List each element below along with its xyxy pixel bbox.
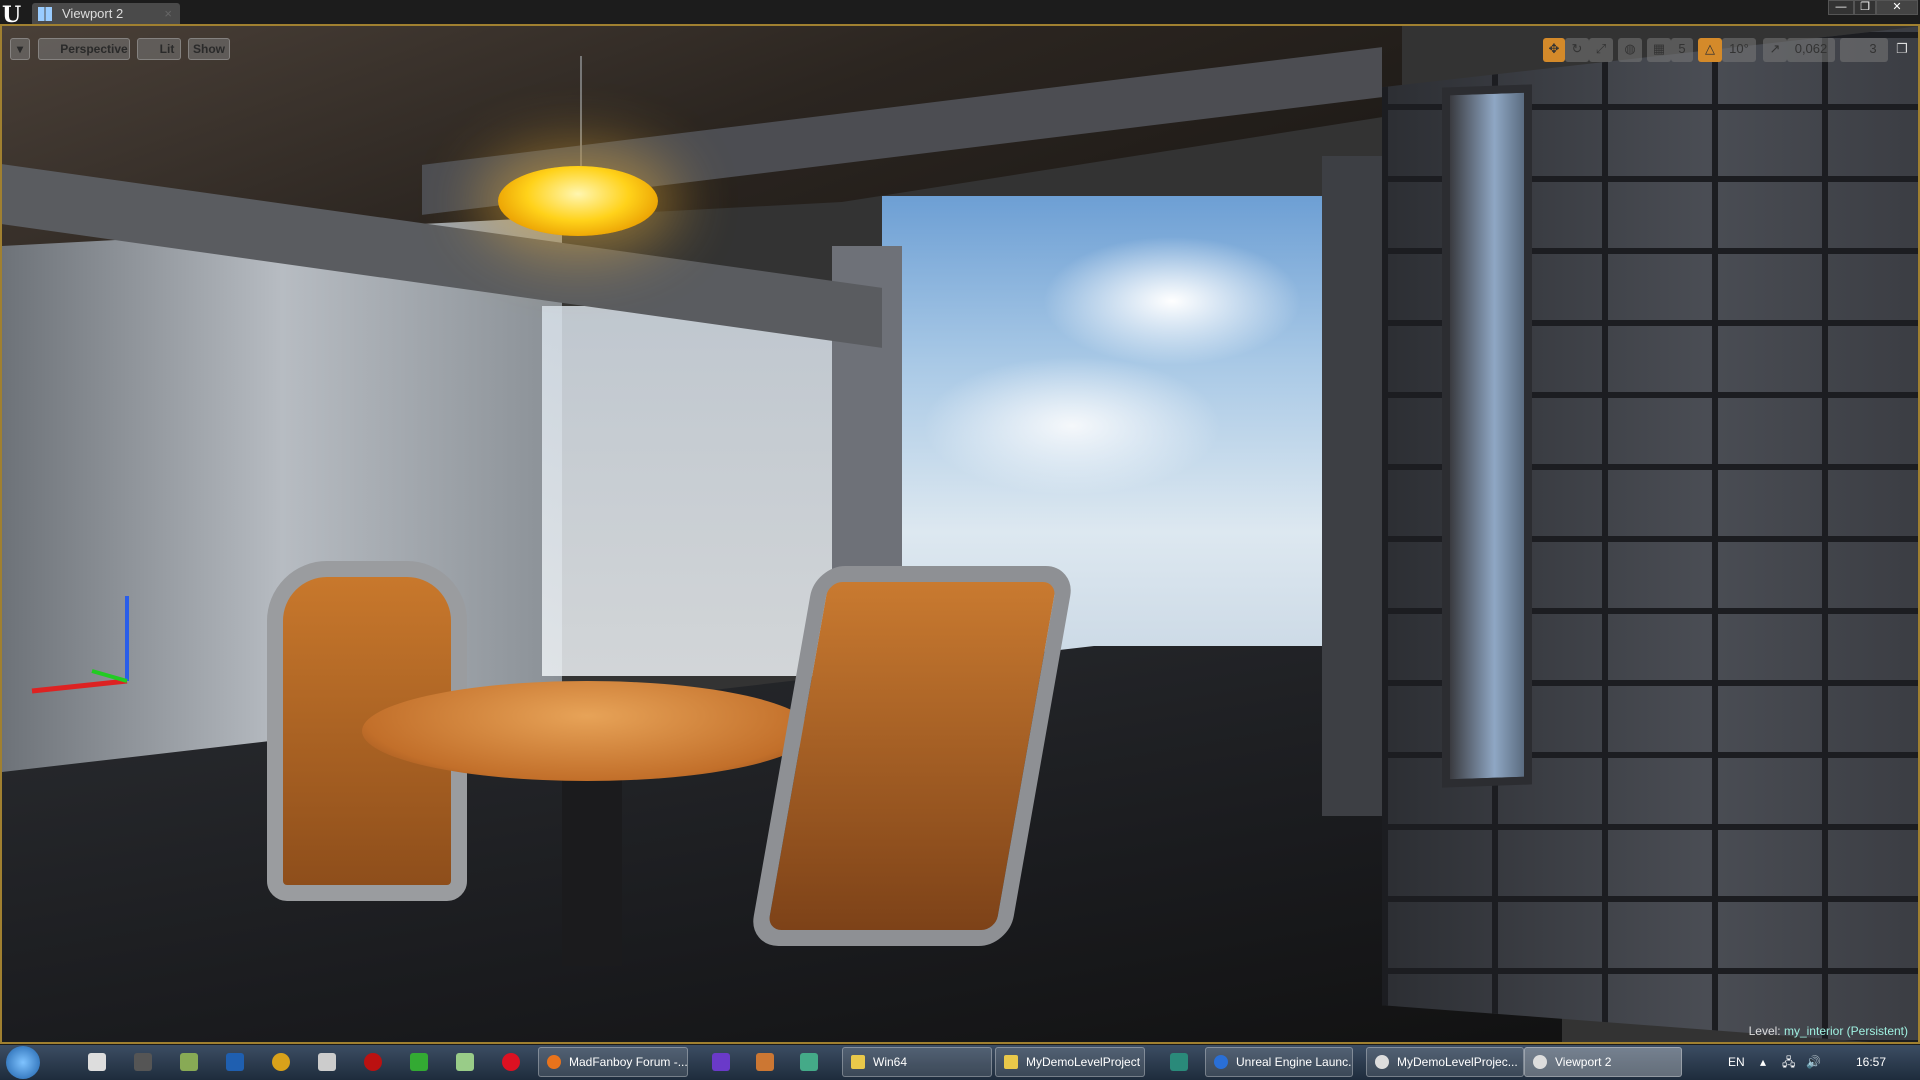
taskbar: MadFanboy Forum -... Win64 MyDemoLevelPr… (0, 1045, 1920, 1080)
window-label: MadFanboy Forum -... (569, 1055, 688, 1069)
taskbar-window-mydemolevelproject-editor[interactable]: MyDemoLevelProjec... (1366, 1047, 1524, 1077)
minimize-button[interactable]: — (1828, 0, 1854, 15)
unreal-icon (1375, 1055, 1389, 1069)
pinned-app-icon[interactable] (272, 1053, 290, 1071)
language-indicator[interactable]: EN (1728, 1045, 1745, 1080)
network-icon[interactable]: 🖧 (1782, 1045, 1795, 1080)
cloud (1042, 236, 1302, 366)
cloud (922, 356, 1222, 496)
pinned-app-icon[interactable] (800, 1053, 818, 1071)
camera-speed-button[interactable]: 3 (1840, 38, 1888, 62)
wall-window (1442, 84, 1532, 788)
pinned-app-icon[interactable] (456, 1053, 474, 1071)
tab-label: Viewport 2 (62, 6, 124, 21)
level-indicator: Level: my_interior (Persistent) (1749, 1024, 1908, 1038)
pillar (1322, 156, 1382, 816)
pinned-app-icon[interactable] (134, 1053, 152, 1071)
scale-mode-icon[interactable]: ⤢ (1589, 38, 1613, 62)
scale-snap-icon[interactable]: ↗ (1763, 38, 1787, 62)
taskbar-window-viewport-2[interactable]: Viewport 2 (1524, 1047, 1682, 1077)
window-label: Unreal Engine Launc... (1236, 1055, 1353, 1069)
folder-icon (851, 1055, 865, 1069)
lit-button[interactable]: Lit (137, 38, 181, 60)
window-label: Win64 (873, 1055, 908, 1069)
tab-close-icon[interactable]: × (164, 3, 172, 25)
taskbar-window-win64[interactable]: Win64 (842, 1047, 992, 1077)
pinned-app-icon[interactable] (410, 1053, 428, 1071)
viewport-icon (38, 7, 52, 21)
maximize-button[interactable]: ❐ (1854, 0, 1876, 15)
opera-icon[interactable] (502, 1053, 520, 1071)
world-local-icon[interactable]: ◍ (1618, 38, 1642, 62)
clock[interactable]: 16:57 (1856, 1045, 1886, 1080)
pinned-app-icon[interactable] (756, 1053, 774, 1071)
tab-viewport-2[interactable]: Viewport 2 × (32, 3, 180, 25)
pendant-lamp (498, 166, 658, 236)
firefox-icon (547, 1055, 561, 1069)
window-label: Viewport 2 (1555, 1055, 1612, 1069)
folder-icon (1004, 1055, 1018, 1069)
close-button[interactable]: ✕ (1876, 0, 1918, 15)
start-button[interactable] (6, 1046, 40, 1079)
round-table (362, 681, 812, 781)
volume-icon[interactable]: 🔊 (1806, 1045, 1821, 1080)
taskbar-window-unreal-launcher[interactable]: Unreal Engine Launc... (1205, 1047, 1353, 1077)
photoshop-icon[interactable] (226, 1053, 244, 1071)
rotate-mode-icon[interactable]: ↻ (1565, 38, 1589, 62)
pinned-app-icon[interactable] (364, 1053, 382, 1071)
taskbar-window-firefox[interactable]: MadFanboy Forum -... (538, 1047, 688, 1077)
pinned-app-icon[interactable] (180, 1053, 198, 1071)
unreal-icon (1214, 1055, 1228, 1069)
unreal-icon (1533, 1055, 1547, 1069)
taskbar-window-mydemolevelproject-folder[interactable]: MyDemoLevelProject (995, 1047, 1145, 1077)
unreal-logo-icon: U (2, 2, 22, 28)
window-label: MyDemoLevelProjec... (1397, 1055, 1518, 1069)
lamp-cord (580, 56, 582, 166)
pinned-app-icon[interactable] (1170, 1053, 1188, 1071)
window-label: MyDemoLevelProject (1026, 1055, 1141, 1069)
maximize-viewport-icon[interactable]: ❐ (1894, 38, 1910, 62)
pinned-app-icon[interactable] (318, 1053, 336, 1071)
show-hidden-icons[interactable]: ▴ (1760, 1045, 1766, 1080)
translate-mode-icon[interactable]: ✥ (1543, 38, 1565, 62)
viewport-options-button[interactable]: ▾ (10, 38, 30, 60)
level-name: my_interior (Persistent) (1783, 1024, 1908, 1038)
grid-snap-value[interactable]: 5 (1671, 38, 1693, 62)
rotation-snap-value[interactable]: 10° (1722, 38, 1756, 62)
pinned-app-icon[interactable] (712, 1053, 730, 1071)
pinned-app-icon[interactable] (88, 1053, 106, 1071)
show-button[interactable]: Show (188, 38, 230, 60)
axis-gizmo-icon (31, 596, 129, 694)
table-leg (562, 766, 622, 966)
scale-snap-value[interactable]: 0,062 (1787, 38, 1835, 62)
rotation-snap-icon[interactable]: △ (1698, 38, 1722, 62)
level-label: Level: (1748, 1024, 1781, 1038)
level-viewport[interactable]: ▾ Perspective Lit Show ✥ ↻ ⤢ ◍ ▦ 5 △ 10°… (0, 24, 1920, 1044)
perspective-button[interactable]: Perspective (38, 38, 130, 60)
grid-snap-icon[interactable]: ▦ (1647, 38, 1671, 62)
